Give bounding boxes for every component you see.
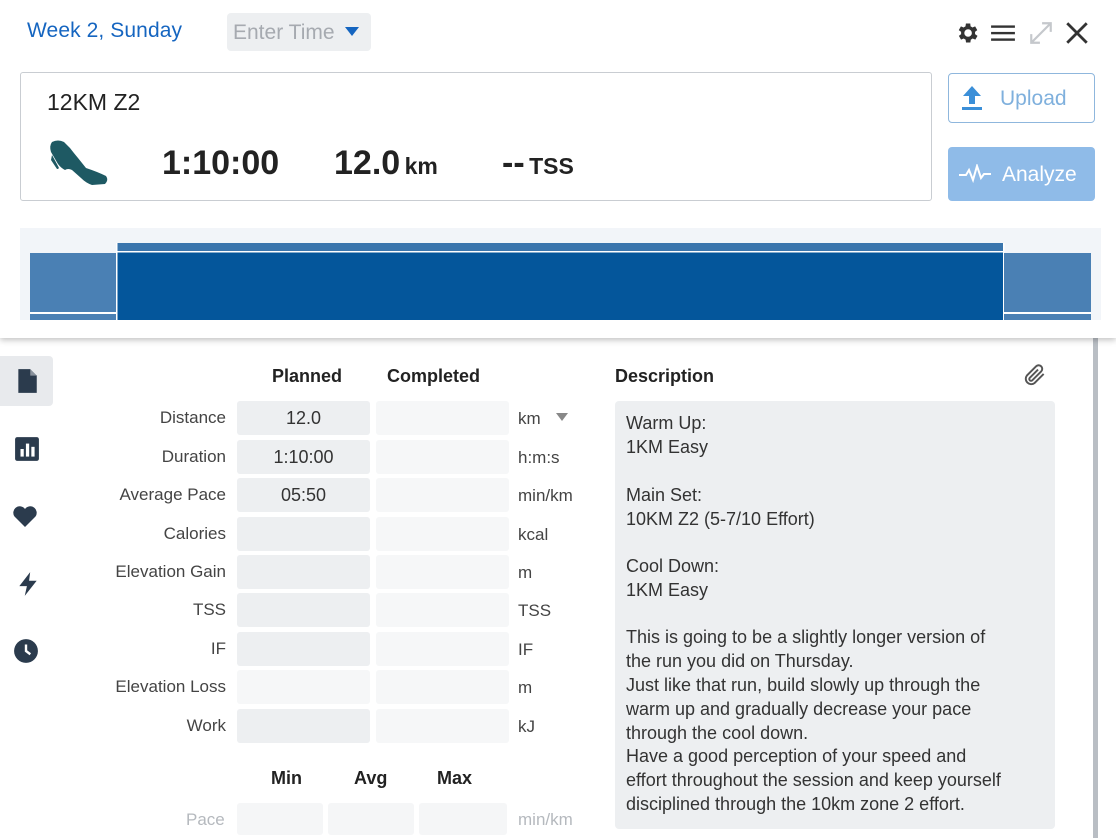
tss-completed-input[interactable] (376, 593, 509, 627)
distance-planned-value: 12.0 (285, 408, 322, 428)
distance-planned-input[interactable]: 12.0 (237, 401, 370, 435)
row-label-distance: Distance (159, 408, 226, 427)
planned-duration: 1:10:00 (162, 144, 280, 182)
if-completed-input[interactable] (376, 632, 509, 666)
upload-icon (962, 86, 982, 110)
elevation-loss-completed-input[interactable] (376, 670, 509, 704)
description-line: the run you did on Thursday. (626, 651, 854, 671)
tss-value: -- (502, 144, 525, 182)
upload-button[interactable]: Upload (948, 73, 1095, 123)
paperclip-icon[interactable] (1022, 362, 1048, 388)
enter-time-dropdown[interactable]: Enter Time (227, 13, 371, 51)
distance-unit-label: km (518, 409, 541, 428)
pace-max-input[interactable] (419, 803, 507, 835)
pace-planned-value: 05:50 (280, 485, 327, 505)
enter-time-placeholder: Enter Time (233, 21, 335, 44)
workout-summary-card (20, 72, 932, 201)
duration-planned-input[interactable]: 1:10:00 (237, 440, 370, 474)
description-line: Main Set: (626, 485, 703, 505)
description-line: Cool Down: (626, 556, 720, 576)
min-column-header: Min (271, 768, 302, 788)
expand-icon[interactable] (1028, 20, 1054, 46)
tss-unit: TSS (529, 153, 574, 179)
pace-range-unit: min/km (518, 810, 573, 829)
pace-avg-input[interactable] (328, 803, 414, 835)
workout-structure-graph[interactable] (20, 228, 1101, 320)
work-unit-label: kJ (518, 717, 535, 736)
gear-icon[interactable] (954, 20, 980, 46)
pace-min-input[interactable] (237, 803, 323, 835)
planned-distance: 12.0 km (334, 144, 438, 183)
description-line: 10KM Z2 (5-7/10 Effort) (626, 509, 815, 529)
page-title: Week 2, Sunday (27, 19, 183, 42)
row-label-duration: Duration (161, 447, 226, 466)
elevation-gain-completed-input[interactable] (376, 555, 509, 589)
description-heading: Description (615, 366, 715, 386)
upload-label: Upload (1000, 87, 1067, 110)
running-shoe-icon (50, 140, 108, 185)
avg-column-header: Avg (354, 768, 388, 788)
main-set-bar (117, 243, 1004, 320)
caret-down-icon (345, 27, 359, 36)
menu-icon[interactable] (990, 20, 1016, 46)
pulse-icon (959, 164, 991, 184)
duration-planned-value: 1:10:00 (273, 447, 334, 467)
duration-completed-input[interactable] (376, 440, 509, 474)
planned-column-header: Planned (272, 366, 343, 386)
row-label-elevation-gain: Elevation Gain (115, 562, 226, 581)
work-planned-input[interactable] (237, 709, 370, 743)
row-label-calories: Calories (163, 524, 226, 543)
elevation-loss-unit-label: m (518, 678, 533, 697)
calories-unit-label: kcal (518, 525, 549, 544)
description-line: Warm Up: (626, 413, 707, 433)
row-label-if: IF (210, 639, 226, 658)
description-line: disciplined through the 10km zone 2 effo… (626, 794, 965, 814)
description-line: 1KM Easy (626, 437, 709, 457)
pace-completed-input[interactable] (376, 478, 509, 512)
max-column-header: Max (437, 768, 473, 788)
description-line: 1KM Easy (626, 580, 709, 600)
work-completed-input[interactable] (376, 709, 509, 743)
document-icon[interactable] (14, 368, 40, 394)
description-textarea[interactable]: Warm Up: 1KM Easy Main Set: 10KM Z2 (5-7… (615, 401, 1055, 829)
workout-title: 12KM Z2 (47, 89, 141, 115)
tss-unit-label: TSS (518, 601, 552, 620)
duration-unit-label: h:m:s (518, 448, 560, 467)
description-line: Have a good perception of your speed and (626, 746, 967, 766)
distance-value: 12.0 (334, 144, 401, 182)
description-line: through the cool down. (626, 723, 809, 743)
if-planned-input[interactable] (237, 632, 370, 666)
analyze-button[interactable]: Analyze (948, 147, 1095, 201)
distance-unit: km (404, 153, 438, 179)
calories-planned-input[interactable] (237, 517, 370, 551)
pace-range-label: Pace (186, 810, 225, 829)
completed-column-header: Completed (387, 366, 481, 386)
unit-dropdown-caret-icon[interactable] (556, 413, 568, 421)
pace-planned-input[interactable]: 05:50 (237, 478, 370, 512)
cooldown-bar (1004, 253, 1091, 320)
if-unit-label: IF (518, 640, 534, 659)
elevation-loss-planned-input[interactable] (237, 670, 370, 704)
elevation-gain-planned-input[interactable] (237, 555, 370, 589)
row-label-tss: TSS (192, 600, 226, 619)
elevation-gain-unit-label: m (518, 563, 533, 582)
warmup-bar (30, 253, 117, 320)
scrollbar[interactable] (1093, 338, 1098, 838)
description-line: This is going to be a slightly longer ve… (626, 627, 986, 647)
row-label-work: Work (186, 716, 226, 735)
analyze-label: Analyze (1002, 163, 1077, 186)
planned-tss: -- TSS (502, 144, 574, 183)
close-icon[interactable] (1064, 20, 1090, 46)
tss-planned-input[interactable] (237, 593, 370, 627)
row-label-elevation-loss: Elevation Loss (115, 677, 226, 696)
distance-completed-input[interactable] (376, 401, 509, 435)
description-line: Just like that run, build slowly up thro… (626, 675, 981, 695)
pace-unit-label: min/km (518, 486, 573, 505)
description-line: effort throughout the session and keep y… (626, 770, 1001, 790)
description-line: warm up and gradually decrease your pace (626, 699, 972, 719)
calories-completed-input[interactable] (376, 517, 509, 551)
row-label-average-pace: Average Pace (119, 485, 226, 504)
